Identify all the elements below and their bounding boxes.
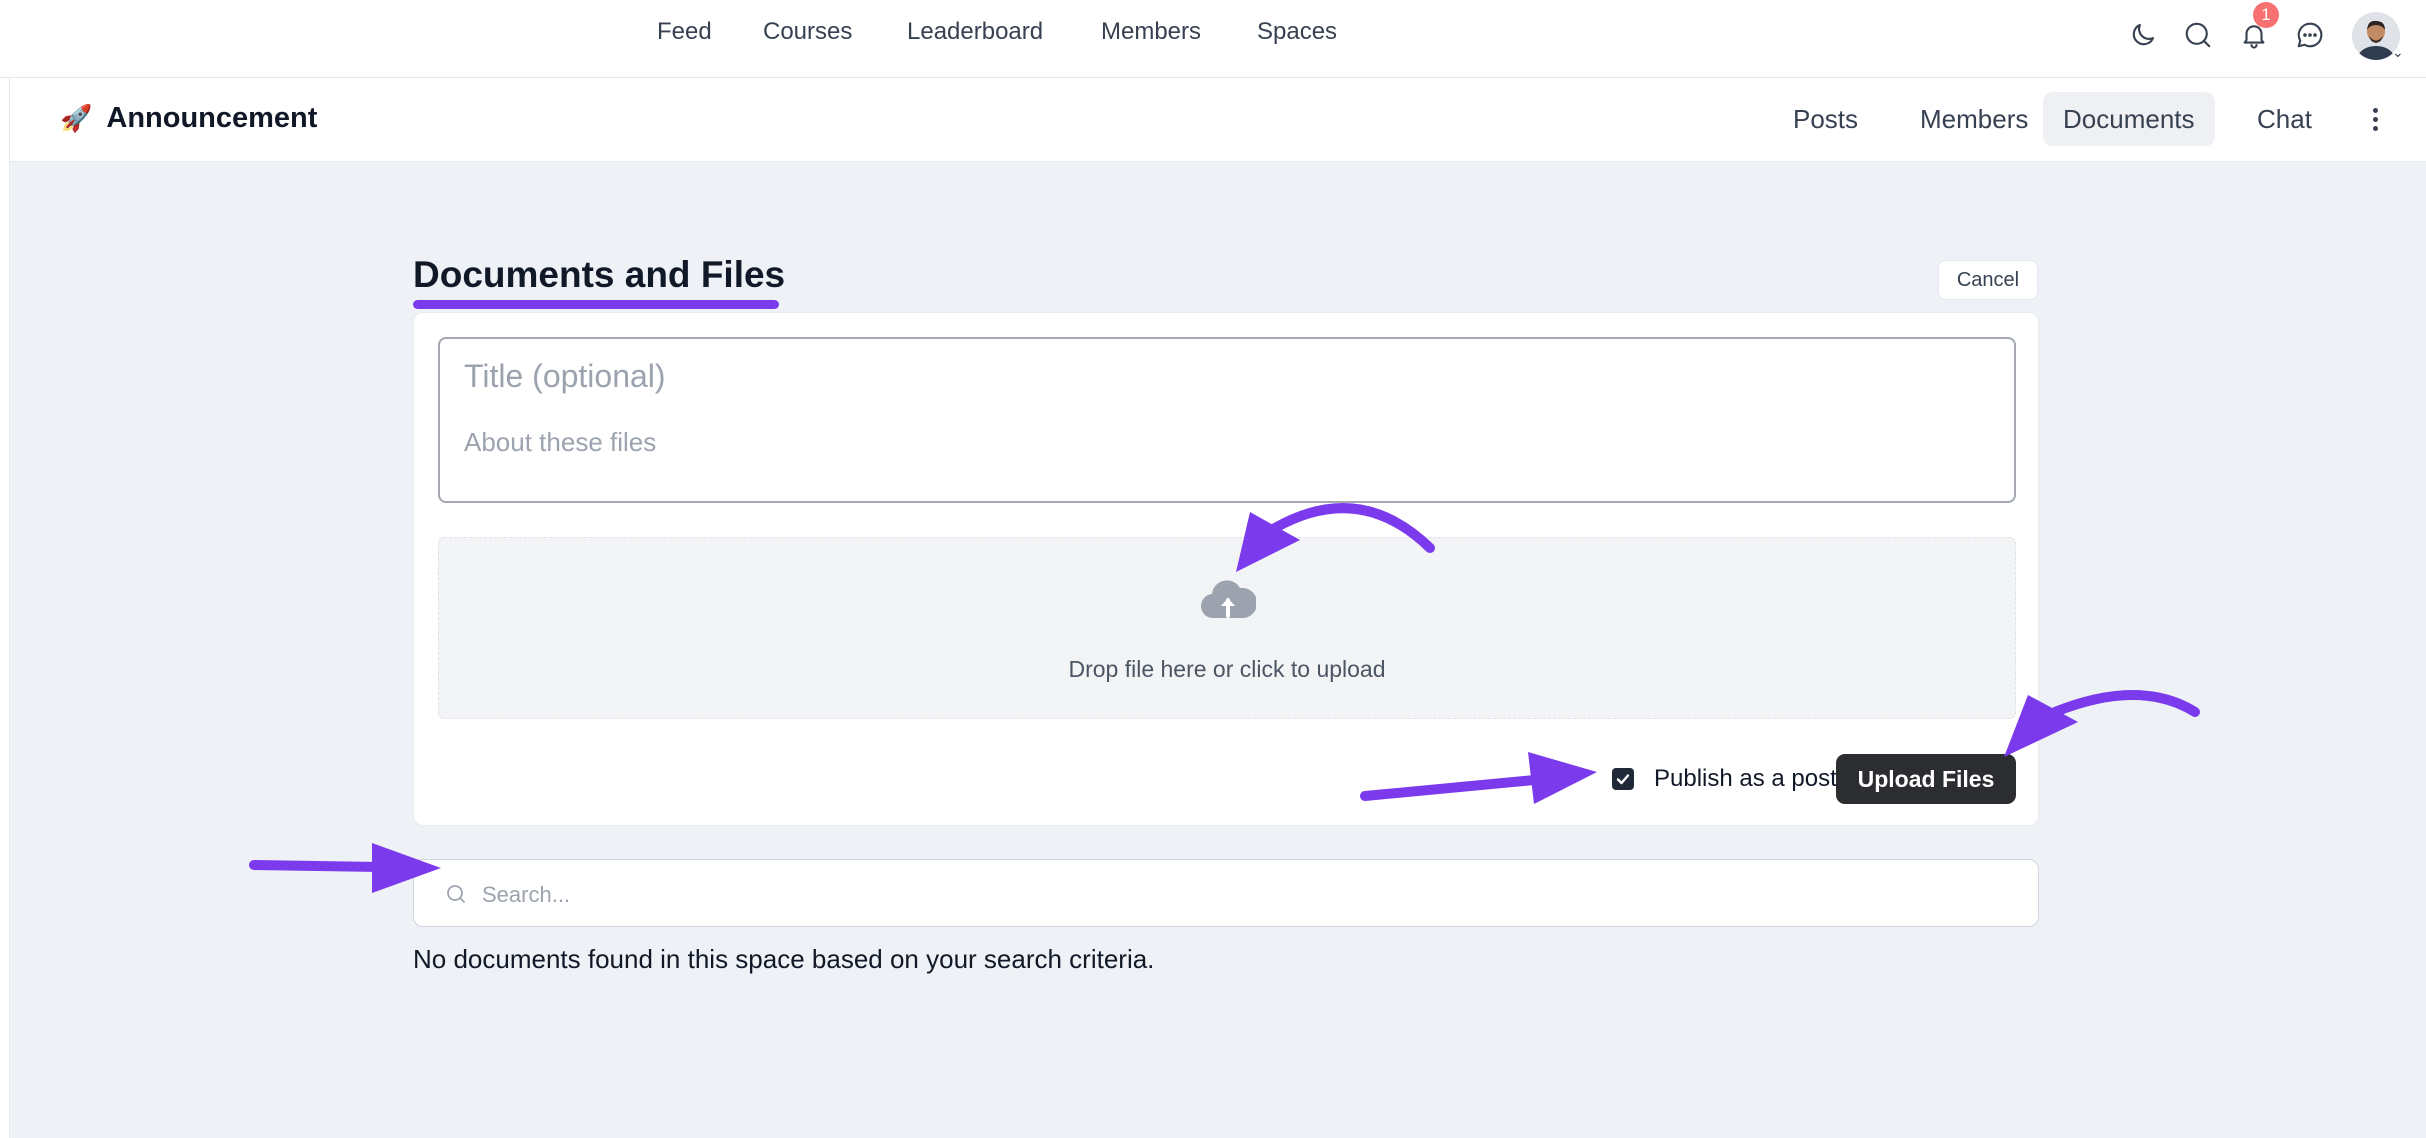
nav-link-leaderboard[interactable]: Leaderboard — [907, 18, 1043, 46]
nav-link-courses[interactable]: Courses — [763, 18, 852, 46]
document-details-box — [438, 337, 2016, 503]
title-input[interactable] — [462, 353, 1966, 399]
cancel-button[interactable]: Cancel — [1938, 260, 2038, 300]
left-gutter — [0, 78, 10, 1138]
top-navigation-bar: Feed Courses Leaderboard Members Spaces … — [0, 0, 2426, 78]
space-header: 🚀 Announcement Posts Members Documents C… — [10, 78, 2426, 162]
main-content: Documents and Files Cancel Drop file her… — [10, 162, 2426, 1138]
search-input[interactable] — [480, 874, 1984, 916]
chat-bubble-icon[interactable] — [2287, 12, 2333, 58]
nav-link-feed[interactable]: Feed — [657, 18, 712, 46]
notification-badge: 1 — [2253, 2, 2279, 28]
title-highlight-underline — [413, 300, 779, 309]
document-search — [413, 859, 2039, 927]
tab-members[interactable]: Members — [1900, 92, 2048, 146]
nav-link-spaces[interactable]: Spaces — [1257, 18, 1337, 46]
search-icon[interactable] — [2175, 12, 2221, 58]
search-icon — [444, 882, 468, 906]
space-title-text: Announcement — [106, 102, 318, 134]
page-title: Documents and Files — [413, 254, 786, 295]
publish-option: Publish as a post — [1612, 754, 1837, 804]
tab-posts[interactable]: Posts — [1773, 92, 1878, 146]
about-input[interactable] — [462, 423, 1966, 461]
publish-label[interactable]: Publish as a post — [1654, 765, 1837, 793]
moon-icon[interactable] — [2120, 12, 2166, 58]
bell-icon[interactable]: 1 — [2231, 2, 2279, 58]
publish-checkbox[interactable] — [1612, 768, 1634, 790]
cloud-upload-icon — [1200, 576, 1258, 622]
dropzone-text: Drop file here or click to upload — [1068, 656, 1386, 682]
kebab-menu-icon[interactable] — [2360, 102, 2390, 136]
upload-card: Drop file here or click to upload Publis… — [413, 312, 2039, 826]
tab-chat[interactable]: Chat — [2237, 92, 2332, 146]
rocket-icon: 🚀 — [60, 103, 93, 133]
chevron-down-icon[interactable]: ⌄ — [2392, 44, 2404, 61]
nav-link-members[interactable]: Members — [1101, 18, 1201, 46]
file-dropzone[interactable]: Drop file here or click to upload — [438, 537, 2016, 719]
tab-documents[interactable]: Documents — [2043, 92, 2215, 146]
upload-files-button[interactable]: Upload Files — [1836, 754, 2016, 804]
space-title: 🚀 Announcement — [60, 102, 317, 135]
empty-state-message: No documents found in this space based o… — [413, 944, 1155, 974]
